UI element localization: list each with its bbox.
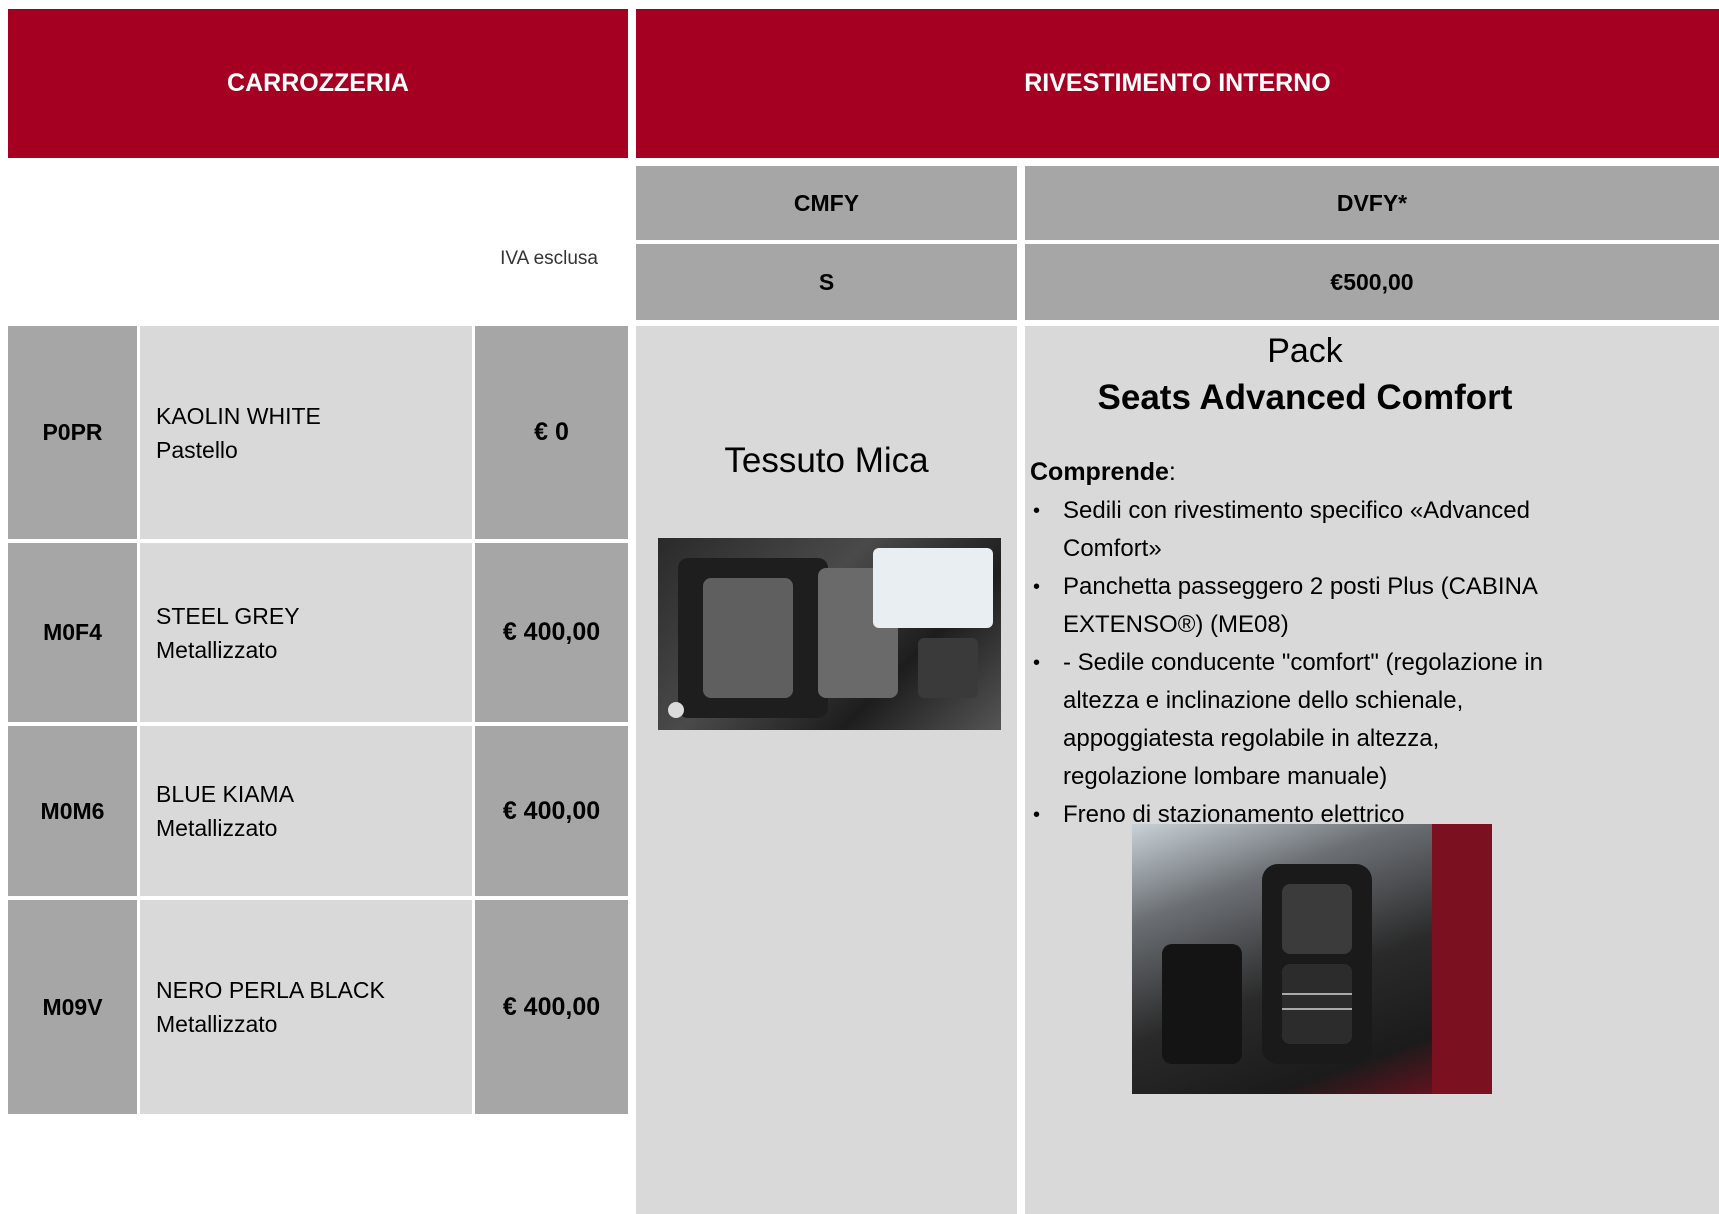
color-price-cell: € 400,00 <box>475 900 628 1114</box>
cmfy-content-cell: Tessuto Mica <box>636 326 1017 1214</box>
color-code-cell: P0PR <box>8 326 137 539</box>
color-code: P0PR <box>42 419 103 445</box>
color-price-cell: € 0 <box>475 326 628 539</box>
color-type: Metallizzato <box>156 1011 278 1037</box>
interior-code-cmfy: CMFY <box>636 166 1017 240</box>
color-description-cell: NERO PERLA BLACK Metallizzato <box>140 900 472 1114</box>
color-price: € 400,00 <box>502 796 601 825</box>
seat-illustration <box>668 548 993 718</box>
interior-code-dvfy: DVFY* <box>1025 166 1719 240</box>
includes-colon: : <box>1168 458 1176 486</box>
color-description-cell: STEEL GREY Metallizzato <box>140 543 472 722</box>
includes-heading: Comprende: <box>1030 458 1176 487</box>
interior-price-dvfy: €500,00 <box>1025 244 1719 320</box>
color-code-cell: M0F4 <box>8 543 137 722</box>
interior-price-label: S <box>818 268 835 295</box>
color-price-cell: € 400,00 <box>475 543 628 722</box>
color-price: € 400,00 <box>502 992 601 1021</box>
rivestimento-header: RIVESTIMENTO INTERNO <box>636 9 1719 158</box>
color-name: KAOLIN WHITE <box>156 402 321 429</box>
interior-code-label: CMFY <box>793 189 860 216</box>
seat-illustration <box>1162 824 1492 1094</box>
color-type: Metallizzato <box>156 815 278 841</box>
interior-price-cmfy: S <box>636 244 1017 320</box>
pack-title: Pack <box>1267 332 1343 370</box>
includes-label: Comprende <box>1030 458 1169 486</box>
color-code-cell: M0M6 <box>8 726 137 896</box>
feature-item: Panchetta passeggero 2 posti Plus (CABIN… <box>1027 568 1567 644</box>
rivestimento-title: RIVESTIMENTO INTERNO <box>1024 69 1331 97</box>
feature-item: - Sedile conducente "comfort" (regolazio… <box>1027 644 1567 796</box>
color-code-cell: M09V <box>8 900 137 1114</box>
iva-note: IVA esclusa <box>500 248 598 269</box>
color-price-cell: € 400,00 <box>475 726 628 896</box>
fabric-name: Tessuto Mica <box>724 441 929 480</box>
color-code: M09V <box>42 993 103 1020</box>
features-list: Sedili con rivestimento specifico «Advan… <box>1027 492 1567 834</box>
color-name: NERO PERLA BLACK <box>156 977 385 1003</box>
advanced-comfort-seat-photo <box>1132 824 1492 1094</box>
pack-subtitle: Seats Advanced Comfort <box>1097 378 1513 417</box>
fabric-seat-photo <box>658 538 1001 730</box>
interior-code-label: DVFY* <box>1336 189 1408 216</box>
color-description-cell: BLUE KIAMA Metallizzato <box>140 726 472 896</box>
carrozzeria-title: CARROZZERIA <box>227 69 409 97</box>
feature-item: Sedili con rivestimento specifico «Advan… <box>1027 492 1567 568</box>
color-name: STEEL GREY <box>156 602 300 629</box>
interior-price-label: €500,00 <box>1330 268 1414 295</box>
color-price: € 400,00 <box>502 618 601 646</box>
color-description-cell: KAOLIN WHITE Pastello <box>140 326 472 539</box>
color-price: € 0 <box>534 418 569 446</box>
color-code: M0F4 <box>43 619 102 645</box>
color-type: Metallizzato <box>156 636 278 663</box>
color-type: Pastello <box>156 436 238 463</box>
dvfy-content-cell: Pack Seats Advanced Comfort Comprende: S… <box>1025 326 1719 1214</box>
color-code: M0M6 <box>40 797 105 824</box>
carrozzeria-header: CARROZZERIA <box>8 9 628 158</box>
color-name: BLUE KIAMA <box>156 781 295 807</box>
